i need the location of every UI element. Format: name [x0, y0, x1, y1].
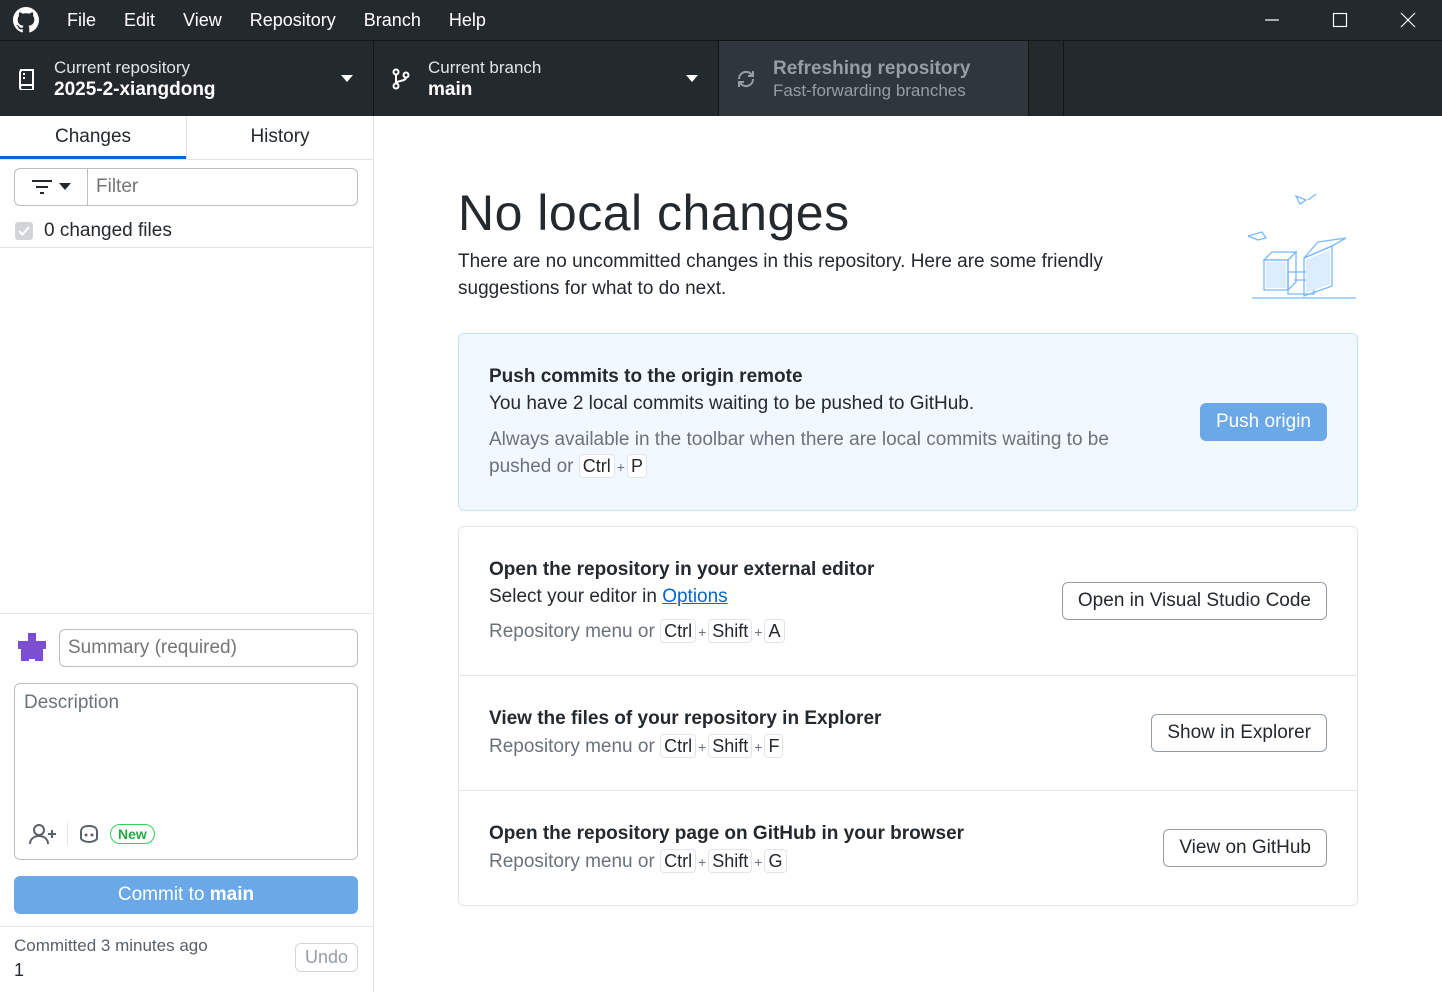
current-repository-dropdown[interactable]: Current repository 2025-2-xiangdong: [0, 41, 374, 116]
push-title: Push commits to the origin remote: [489, 366, 803, 387]
editor-hint: Repository menu or Ctrl + Shift + A: [489, 618, 785, 646]
minimize-button[interactable]: [1238, 0, 1306, 40]
commit-button[interactable]: Commit to main: [14, 876, 358, 914]
kbd-shift: Shift: [708, 619, 753, 643]
github-hint-text: Repository menu or: [489, 851, 655, 872]
caret-down-icon: [59, 183, 71, 190]
changed-files-row: 0 changed files: [0, 214, 373, 248]
options-link[interactable]: Options: [662, 586, 727, 607]
filter-row: [0, 160, 373, 214]
kbd-shift: Shift: [708, 734, 753, 758]
add-coauthor-icon[interactable]: [29, 823, 57, 845]
menu-view[interactable]: View: [169, 0, 236, 40]
refresh-status: Fast-forwarding branches: [773, 80, 966, 100]
repo-label: Current repository: [54, 57, 191, 77]
tools-divider: [67, 823, 68, 845]
explorer-hint: Repository menu or Ctrl + Shift + F: [489, 733, 784, 761]
summary-input[interactable]: [59, 629, 358, 667]
repo-icon: [16, 68, 38, 90]
maximize-icon: [1332, 12, 1348, 28]
editor-hint-text: Repository menu or: [489, 621, 655, 642]
copilot-icon[interactable]: [78, 824, 100, 844]
editor-line-text: Select your editor in: [489, 586, 663, 607]
menu-branch[interactable]: Branch: [350, 0, 435, 40]
menu-file[interactable]: File: [53, 0, 110, 40]
kbd-ctrl: Ctrl: [660, 849, 697, 873]
main-content: No local changes There are no uncommitte…: [374, 116, 1442, 992]
minimize-icon: [1265, 19, 1279, 21]
refresh-repository-button[interactable]: Refreshing repository Fast-forwarding br…: [719, 41, 1029, 116]
open-in-editor-button[interactable]: Open in Visual Studio Code: [1061, 582, 1327, 620]
current-branch-dropdown[interactable]: Current branch main: [374, 41, 719, 116]
github-hint: Repository menu or Ctrl + Shift + G: [489, 848, 787, 876]
caret-down-icon: [341, 75, 353, 82]
kbd-g: G: [764, 849, 787, 873]
kbd-a: A: [764, 619, 785, 643]
empty-state-illustration: [1248, 193, 1356, 299]
maximize-button[interactable]: [1306, 0, 1374, 40]
branch-label: Current branch: [428, 57, 542, 77]
caret-down-icon: [686, 75, 698, 82]
toolbar: Current repository 2025-2-xiangdong Curr…: [0, 40, 1442, 116]
tab-history[interactable]: History: [186, 116, 373, 159]
view-on-github-button[interactable]: View on GitHub: [1163, 829, 1327, 867]
description-placeholder: Description: [24, 692, 120, 713]
editor-line: Select your editor in Options: [489, 586, 728, 608]
sidebar-tabs: Changes History: [0, 116, 373, 160]
repo-name: 2025-2-xiangdong: [54, 78, 216, 100]
checkmark-icon: [18, 225, 30, 236]
description-field[interactable]: Description New: [14, 683, 358, 860]
kbd-ctrl: Ctrl: [660, 734, 697, 758]
kbd-shift: Shift: [708, 849, 753, 873]
github-logo-icon: [13, 7, 39, 33]
push-hint: Always available in the toolbar when the…: [489, 429, 1109, 478]
github-suggestion: Open the repository page on GitHub in yo…: [459, 791, 1357, 905]
sync-icon: [735, 68, 757, 90]
push-origin-button[interactable]: Push origin: [1199, 403, 1327, 441]
push-description: You have 2 local commits waiting to be p…: [489, 393, 975, 414]
github-title: Open the repository page on GitHub in yo…: [489, 823, 965, 844]
new-badge: New: [110, 824, 155, 844]
title-bar: File Edit View Repository Branch Help: [0, 0, 1442, 40]
explorer-hint-text: Repository menu or: [489, 736, 655, 757]
menu-repository[interactable]: Repository: [236, 0, 350, 40]
filter-input[interactable]: [87, 168, 358, 206]
last-commit-panel: Committed 3 minutes ago 1 Undo: [0, 926, 373, 992]
branch-icon: [390, 68, 412, 90]
page-title: No local changes: [458, 185, 850, 241]
kbd-p: P: [626, 454, 647, 478]
explorer-title: View the files of your repository in Exp…: [489, 708, 882, 729]
page-description: There are no uncommitted changes in this…: [458, 251, 1103, 299]
avatar-icon[interactable]: [14, 630, 50, 666]
menu-help[interactable]: Help: [435, 0, 500, 40]
close-button[interactable]: [1374, 0, 1442, 40]
commit-button-branch: main: [209, 884, 255, 905]
branch-name: main: [428, 78, 473, 100]
filter-icon: [32, 180, 52, 194]
toolbar-spacer: [1029, 41, 1064, 116]
push-suggestion-card: Push commits to the origin remote You ha…: [458, 333, 1358, 511]
editor-suggestion: Open the repository in your external edi…: [459, 527, 1357, 675]
refresh-label: Refreshing repository: [773, 57, 971, 79]
undo-button[interactable]: Undo: [294, 943, 358, 972]
tab-changes[interactable]: Changes: [0, 116, 186, 159]
menu-edit[interactable]: Edit: [110, 0, 169, 40]
commit-button-prefix: Commit to: [117, 884, 210, 905]
explorer-suggestion: View the files of your repository in Exp…: [459, 676, 1357, 790]
kbd-ctrl: Ctrl: [578, 454, 615, 478]
suggestions-card: Open the repository in your external edi…: [458, 526, 1358, 906]
select-all-checkbox[interactable]: [15, 221, 33, 240]
show-in-explorer-button[interactable]: Show in Explorer: [1151, 714, 1327, 752]
kbd-ctrl: Ctrl: [660, 619, 697, 643]
kbd-f: F: [764, 734, 784, 758]
sidebar: Changes History 0 changed files: [0, 116, 374, 992]
filter-options-button[interactable]: [14, 168, 87, 206]
changed-files-count: 0 changed files: [44, 219, 172, 241]
editor-title: Open the repository in your external edi…: [489, 559, 875, 580]
commit-panel: Description New Commit to main Committed…: [0, 613, 373, 992]
close-icon: [1400, 12, 1416, 28]
